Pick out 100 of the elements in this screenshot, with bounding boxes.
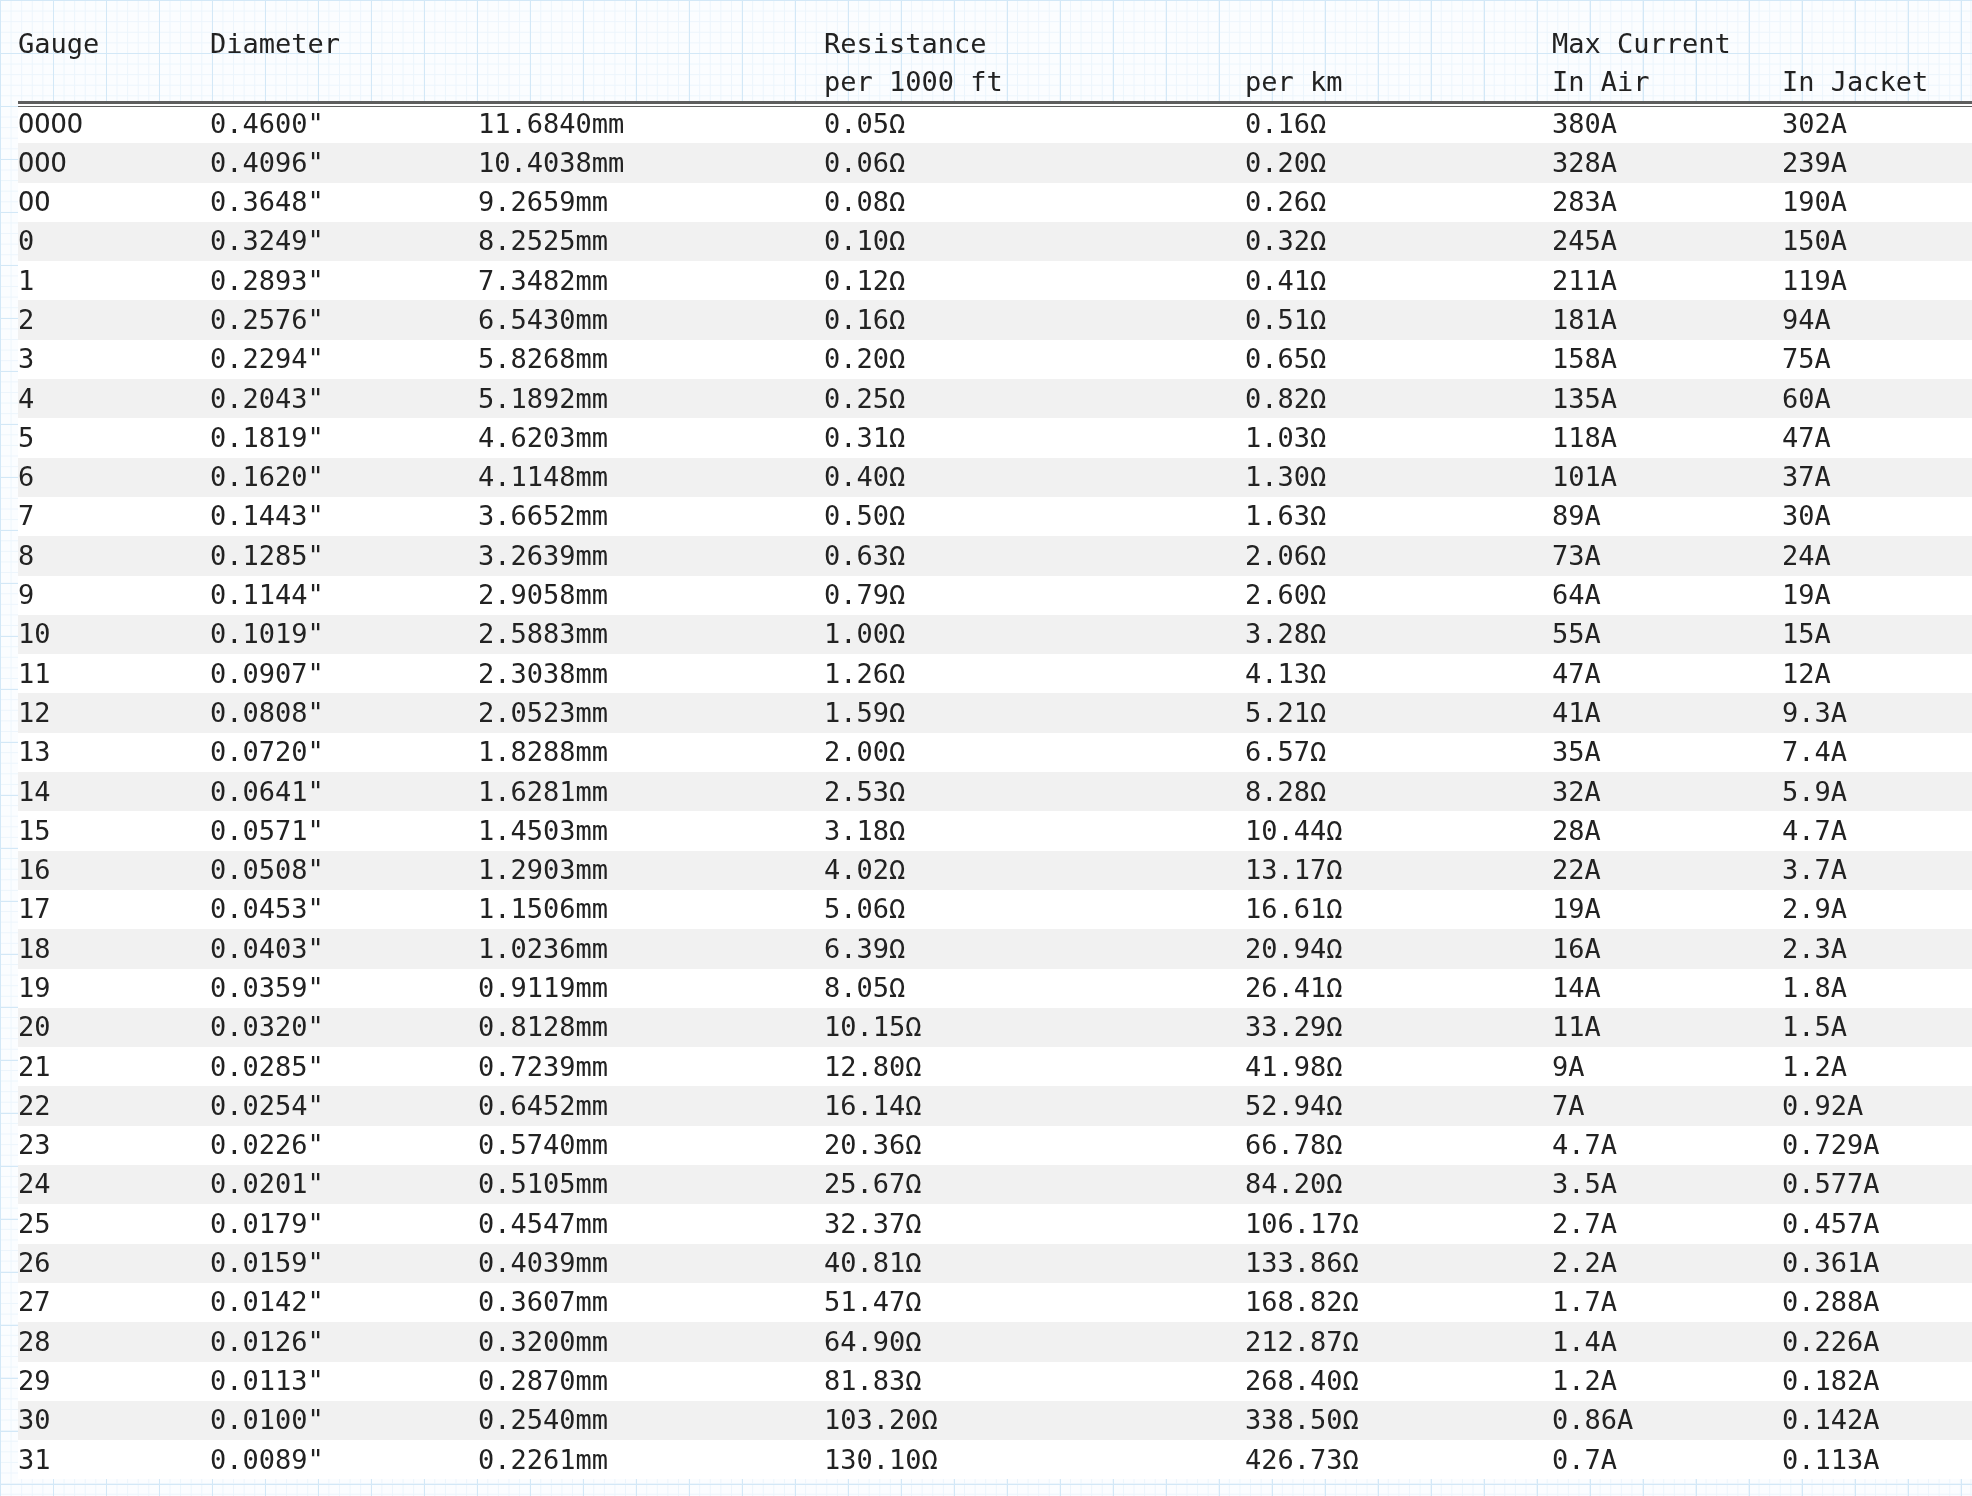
table-cell: 25.67Ω bbox=[824, 1168, 922, 1200]
table-cell: 24 bbox=[18, 1168, 51, 1200]
table-cell: 32A bbox=[1552, 775, 1601, 807]
table-cell: 1.59Ω bbox=[824, 696, 906, 728]
table-cell: 0.729A bbox=[1782, 1129, 1880, 1161]
table-cell: 1.5A bbox=[1782, 1011, 1848, 1043]
table-cell: 20.36Ω bbox=[824, 1129, 922, 1161]
table-cell: 0.9119mm bbox=[478, 972, 609, 1003]
table-cell: 0.12Ω bbox=[824, 264, 906, 296]
table-cell: 22A bbox=[1552, 854, 1601, 886]
table-cell: 1.30Ω bbox=[1245, 461, 1327, 493]
table-cell: 338.50Ω bbox=[1245, 1404, 1359, 1436]
table-cell: 101A bbox=[1552, 461, 1618, 493]
table-cell: 0 bbox=[18, 225, 35, 257]
table-cell: 245A bbox=[1552, 225, 1618, 257]
table-cell: 31 bbox=[18, 1443, 51, 1475]
table-cell: 0.2043" bbox=[210, 382, 324, 414]
table-cell: 7.4A bbox=[1782, 736, 1848, 768]
table-cell: 4.02Ω bbox=[824, 854, 906, 886]
table-cell: 1.1506mm bbox=[478, 893, 609, 925]
table-cell: 21 bbox=[18, 1050, 51, 1082]
table-cell: OO bbox=[18, 186, 51, 218]
table-cell: 0.08Ω bbox=[824, 186, 906, 218]
table-cell: 2.9A bbox=[1782, 893, 1848, 925]
column-header: Diameter bbox=[210, 27, 341, 59]
table-cell: 22 bbox=[18, 1089, 51, 1121]
table-cell: 158A bbox=[1552, 343, 1618, 375]
table-cell: 0.0159" bbox=[210, 1247, 324, 1279]
table-cell: 0.113A bbox=[1782, 1443, 1880, 1475]
table-cell: 13.17Ω bbox=[1245, 854, 1343, 886]
table-cell: 1.2A bbox=[1782, 1050, 1848, 1082]
table-cell: 1.8288mm bbox=[478, 736, 609, 768]
table-cell: 11.6840mm bbox=[478, 108, 625, 140]
table-cell: 15A bbox=[1782, 618, 1831, 650]
table-cell: 18 bbox=[18, 932, 51, 964]
table-cell: 2.0523mm bbox=[478, 696, 609, 728]
table-cell: 10.15Ω bbox=[824, 1011, 922, 1043]
table-cell: 0.0720" bbox=[210, 736, 324, 768]
table-cell: 8.28Ω bbox=[1245, 775, 1327, 807]
table-cell: 2.3A bbox=[1782, 932, 1848, 964]
table-cell: 11 bbox=[18, 657, 51, 689]
table-cell: 94A bbox=[1782, 303, 1831, 335]
table-cell: 0.0508" bbox=[210, 854, 324, 886]
table-cell: 268.40Ω bbox=[1245, 1364, 1359, 1396]
table-cell: 25 bbox=[18, 1207, 51, 1239]
table-cell: 9 bbox=[18, 579, 35, 610]
table-cell: 84.20Ω bbox=[1245, 1168, 1343, 1200]
column-header: Gauge bbox=[18, 27, 100, 59]
table-cell: 0.0641" bbox=[210, 775, 324, 807]
table-cell: 10.4038mm bbox=[478, 146, 625, 178]
table-cell: 7.3482mm bbox=[478, 264, 609, 296]
table-cell: 0.0285" bbox=[210, 1050, 324, 1082]
table-cell: 9.2659mm bbox=[478, 186, 609, 218]
table-cell: 5.8268mm bbox=[478, 343, 609, 375]
table-cell: 0.06Ω bbox=[824, 146, 906, 178]
table-cell: 0.0808" bbox=[210, 696, 324, 728]
table-cell: 24A bbox=[1782, 539, 1831, 571]
table-cell: 0.0359" bbox=[210, 972, 324, 1003]
table-cell: 2.3038mm bbox=[478, 657, 609, 689]
table-cell: 239A bbox=[1782, 146, 1848, 178]
table-cell: 12A bbox=[1782, 657, 1831, 689]
table-cell: 81.83Ω bbox=[824, 1364, 922, 1396]
table-cell: 2.2A bbox=[1552, 1247, 1618, 1279]
table-cell: 0.20Ω bbox=[1245, 146, 1327, 178]
table-cell: 0.0403" bbox=[210, 932, 324, 964]
table-cell: 20.94Ω bbox=[1245, 932, 1343, 964]
table-cell: 60A bbox=[1782, 382, 1831, 414]
table-cell: 0.10Ω bbox=[824, 225, 906, 257]
table-cell: 16.14Ω bbox=[824, 1089, 922, 1121]
table-cell: 2.7A bbox=[1552, 1207, 1618, 1239]
table-cell: 1.6281mm bbox=[478, 775, 609, 807]
table-cell: 0.51Ω bbox=[1245, 303, 1327, 335]
table-cell: 6.39Ω bbox=[824, 932, 906, 964]
table-cell: 11A bbox=[1552, 1011, 1601, 1043]
table-cell: 15 bbox=[18, 814, 51, 846]
table-cell: 10.44Ω bbox=[1245, 814, 1343, 846]
table-cell: 10 bbox=[18, 618, 51, 650]
table-cell: 3.28Ω bbox=[1245, 618, 1327, 650]
table-cell: 328A bbox=[1552, 146, 1618, 178]
table-cell: 66.78Ω bbox=[1245, 1129, 1343, 1161]
table-cell: 0.288A bbox=[1782, 1286, 1880, 1318]
table-cell: 28A bbox=[1552, 814, 1601, 846]
table-cell: 4 bbox=[18, 382, 35, 414]
table-cell: 6.57Ω bbox=[1245, 736, 1327, 768]
table-cell: 0.82Ω bbox=[1245, 382, 1327, 414]
table-cell: 17 bbox=[18, 893, 51, 925]
table-cell: 0.1019" bbox=[210, 618, 324, 650]
table-cell: 0.0226" bbox=[210, 1129, 324, 1161]
table-cell: 0.4600" bbox=[210, 108, 324, 140]
table-cell: 0.0100" bbox=[210, 1404, 324, 1436]
column-subheader: per 1000 ft bbox=[824, 66, 1003, 98]
table-cell: 302A bbox=[1782, 108, 1848, 140]
table-cell: 41.98Ω bbox=[1245, 1050, 1343, 1082]
table-cell: 14A bbox=[1552, 972, 1601, 1003]
table-cell: 4.1148mm bbox=[478, 461, 609, 493]
table-cell: 0.4547mm bbox=[478, 1207, 609, 1239]
table-cell: 1 bbox=[18, 264, 35, 296]
column-subheader: In Air bbox=[1552, 66, 1650, 98]
table-cell: 26 bbox=[18, 1247, 51, 1279]
table-cell: 1.4503mm bbox=[478, 814, 609, 846]
